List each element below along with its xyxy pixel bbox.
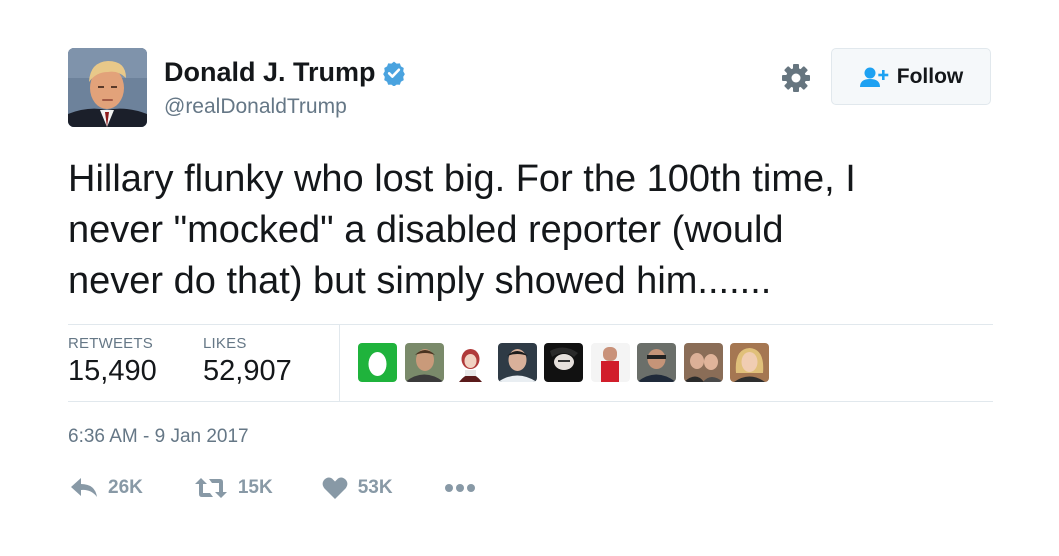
retweets-count: 15,490	[68, 355, 157, 387]
tweet-actions: 26K 15K 53K	[70, 476, 476, 500]
more-options-button[interactable]	[444, 483, 476, 493]
egg-avatar-icon	[358, 343, 397, 382]
author-display-name[interactable]: Donald J. Trump	[164, 57, 376, 88]
like-button[interactable]: 53K	[322, 476, 393, 500]
liker-avatar[interactable]	[637, 343, 676, 382]
add-user-icon	[859, 67, 889, 87]
stats-separator	[339, 325, 340, 401]
reply-count: 26K	[108, 477, 143, 498]
liker-avatar[interactable]	[544, 343, 583, 382]
author-name-row[interactable]: Donald J. Trump	[164, 57, 407, 88]
likes-stat[interactable]: LIKES 52,907	[203, 335, 292, 388]
liker-photo	[497, 343, 537, 382]
liker-avatar[interactable]	[683, 343, 723, 382]
liker-avatar[interactable]	[404, 343, 444, 382]
like-count: 53K	[357, 477, 393, 498]
liker-avatar[interactable]	[590, 343, 630, 382]
liker-avatar[interactable]	[358, 343, 397, 382]
tweet-text: Hillary flunky who lost big. For the 100…	[68, 154, 998, 307]
reply-button[interactable]: 26K	[70, 476, 143, 500]
liker-photo	[451, 343, 490, 382]
retweet-count: 15K	[237, 477, 273, 498]
liker-avatar[interactable]	[497, 343, 537, 382]
retweet-icon	[194, 478, 227, 498]
liker-photo	[730, 343, 769, 382]
divider	[68, 401, 993, 402]
verified-badge-icon	[382, 61, 405, 86]
tweet-timestamp[interactable]: 6:36 AM - 9 Jan 2017	[68, 426, 249, 448]
retweets-label: RETWEETS	[68, 335, 153, 352]
profile-photo	[68, 48, 147, 127]
retweets-stat[interactable]: RETWEETS 15,490	[68, 335, 157, 388]
follow-button-label: Follow	[896, 64, 964, 88]
tweet-line: never "mocked" a disabled reporter (woul…	[68, 209, 784, 251]
liker-photo	[404, 343, 444, 382]
likes-count: 52,907	[203, 355, 292, 387]
liker-photo	[683, 343, 723, 382]
heart-icon	[322, 477, 348, 499]
liker-avatar[interactable]	[451, 343, 490, 382]
divider	[68, 324, 993, 325]
profile-avatar[interactable]	[68, 48, 147, 127]
reply-icon	[71, 478, 97, 497]
liker-photo	[590, 343, 630, 382]
tweet-card: Donald J. Trump @realDonaldTrump Follow …	[0, 0, 1059, 556]
follow-button[interactable]: Follow	[831, 48, 991, 105]
tweet-line: Hillary flunky who lost big. For the 100…	[68, 158, 856, 200]
tweet-line: never do that) but simply showed him....…	[68, 260, 772, 302]
liker-photo	[544, 343, 583, 382]
likes-label: LIKES	[203, 335, 247, 352]
liker-avatar[interactable]	[730, 343, 769, 382]
author-handle[interactable]: @realDonaldTrump	[164, 95, 347, 119]
more-icon	[444, 484, 475, 492]
liker-photo	[637, 343, 676, 382]
retweet-button[interactable]: 15K	[194, 476, 273, 500]
likers-avatar-list	[358, 343, 777, 382]
gear-icon[interactable]	[780, 62, 812, 94]
